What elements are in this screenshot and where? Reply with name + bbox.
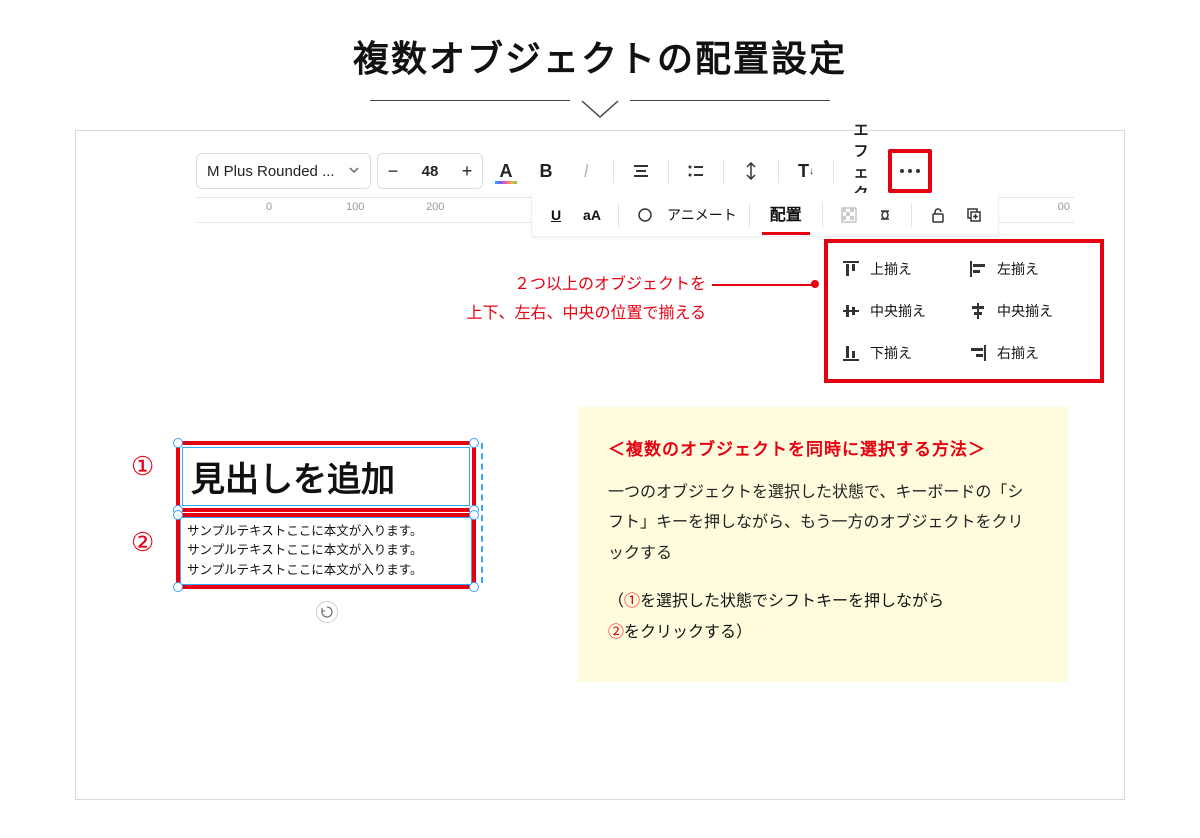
uppercase-button[interactable]: aA bbox=[578, 201, 606, 229]
font-size-stepper: − 48 + bbox=[377, 153, 483, 189]
align-button[interactable] bbox=[624, 154, 658, 188]
align-left-label: 左揃え bbox=[997, 259, 1039, 279]
align-right-button[interactable]: 右揃え bbox=[969, 343, 1086, 363]
page-title: 複数オブジェクトの配置設定 bbox=[0, 30, 1200, 82]
align-right-icon bbox=[969, 344, 987, 362]
align-bottom-icon bbox=[842, 344, 860, 362]
chevron-down-icon bbox=[348, 163, 360, 180]
info-body: 一つのオブジェクトを選択した状態で、キーボードの「シフト」キーを押しながら、もう… bbox=[608, 478, 1038, 569]
headline-object[interactable]: 見出しを追加 bbox=[176, 441, 476, 512]
text-toolbar: M Plus Rounded ... − 48 + A B I T↓ エフェクト bbox=[196, 151, 932, 191]
spacing-button[interactable] bbox=[734, 154, 768, 188]
overflow-toolbar: U aA アニメート 配置 bbox=[531, 193, 999, 237]
animate-icon bbox=[631, 201, 659, 229]
lock-button[interactable] bbox=[924, 201, 952, 229]
align-left-button[interactable]: 左揃え bbox=[969, 259, 1086, 279]
align-center-icon bbox=[969, 302, 987, 320]
font-size-plus[interactable]: + bbox=[452, 154, 482, 188]
headline-text: 見出しを追加 bbox=[182, 447, 470, 506]
copy-button[interactable] bbox=[960, 201, 988, 229]
font-size-minus[interactable]: − bbox=[378, 154, 408, 188]
align-center-label: 中央揃え bbox=[997, 301, 1053, 321]
info-heading: ＜複数のオブジェクトを同時に選択する方法＞ bbox=[608, 435, 1038, 460]
font-name: M Plus Rounded ... bbox=[207, 163, 335, 180]
ruler-tick: 100 bbox=[346, 201, 364, 213]
link-button[interactable] bbox=[871, 201, 899, 229]
align-center-button[interactable]: 中央揃え bbox=[969, 301, 1086, 321]
caret-down-icon bbox=[580, 99, 620, 121]
position-button[interactable]: 配置 bbox=[762, 195, 810, 235]
align-bottom-button[interactable]: 下揃え bbox=[842, 343, 959, 363]
underline-button[interactable]: U bbox=[542, 201, 570, 229]
ruler-tick: 0 bbox=[266, 201, 272, 213]
align-middle-icon bbox=[842, 302, 860, 320]
align-top-label: 上揃え bbox=[870, 259, 912, 279]
text-color-a: A bbox=[500, 161, 513, 182]
align-middle-button[interactable]: 中央揃え bbox=[842, 301, 959, 321]
vertical-text-button[interactable]: T↓ bbox=[789, 154, 823, 188]
alignment-popup: 上揃え 左揃え 中央揃え 中央揃え 下揃え 右揃え bbox=[824, 239, 1104, 383]
annotation-connector bbox=[712, 284, 812, 286]
info-box: ＜複数のオブジェクトを同時に選択する方法＞ 一つのオブジェクトを選択した状態で、… bbox=[578, 407, 1068, 682]
align-right-label: 右揃え bbox=[997, 343, 1039, 363]
align-left-icon bbox=[969, 260, 987, 278]
ruler-tick: 200 bbox=[426, 201, 444, 213]
align-top-icon bbox=[842, 260, 860, 278]
ruler-tick: 00 bbox=[1058, 201, 1070, 213]
transparency-button[interactable] bbox=[835, 201, 863, 229]
marker-two: ② bbox=[131, 527, 154, 558]
body-object[interactable]: サンプルテキストここに本文が入ります。 サンプルテキストここに本文が入ります。 … bbox=[176, 513, 476, 589]
marker-one: ① bbox=[131, 451, 154, 482]
dots-icon bbox=[900, 169, 920, 173]
align-bottom-label: 下揃え bbox=[870, 343, 912, 363]
align-top-button[interactable]: 上揃え bbox=[842, 259, 959, 279]
alignment-guide bbox=[481, 443, 483, 583]
font-select[interactable]: M Plus Rounded ... bbox=[196, 153, 371, 189]
annotation-dot bbox=[811, 280, 819, 288]
effects-button[interactable]: エフェクト bbox=[844, 154, 878, 188]
title-divider bbox=[370, 100, 830, 124]
list-button[interactable] bbox=[679, 154, 713, 188]
more-button[interactable] bbox=[888, 149, 932, 193]
body-text: サンプルテキストここに本文が入ります。 サンプルテキストここに本文が入ります。 … bbox=[180, 517, 472, 585]
animate-button[interactable]: アニメート bbox=[667, 205, 737, 225]
align-middle-label: 中央揃え bbox=[870, 301, 926, 321]
info-note: （①を選択した状態でシフトキーを押しながら ②をクリックする） bbox=[608, 587, 1038, 648]
bold-button[interactable]: B bbox=[529, 154, 563, 188]
rotate-icon bbox=[320, 605, 334, 619]
italic-button[interactable]: I bbox=[569, 154, 603, 188]
text-color-button[interactable]: A bbox=[489, 154, 523, 188]
annotation-text: ２つ以上のオブジェクトを 上下、左右、中央の位置で揃える bbox=[326, 271, 706, 329]
screenshot-frame: M Plus Rounded ... − 48 + A B I T↓ エフェクト bbox=[75, 130, 1125, 800]
font-size-value[interactable]: 48 bbox=[408, 163, 452, 180]
rotate-handle[interactable] bbox=[316, 601, 338, 623]
